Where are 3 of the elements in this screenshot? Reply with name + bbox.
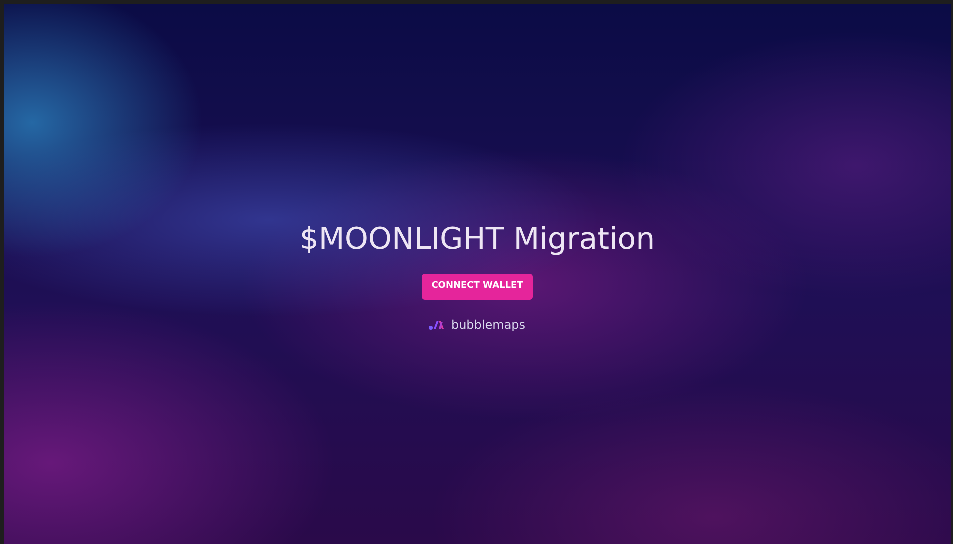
brand-name: bubblemaps bbox=[451, 316, 526, 334]
page-title: $MOONLIGHT Migration bbox=[300, 222, 656, 258]
connect-wallet-button[interactable]: CONNECT WALLET bbox=[422, 274, 534, 300]
